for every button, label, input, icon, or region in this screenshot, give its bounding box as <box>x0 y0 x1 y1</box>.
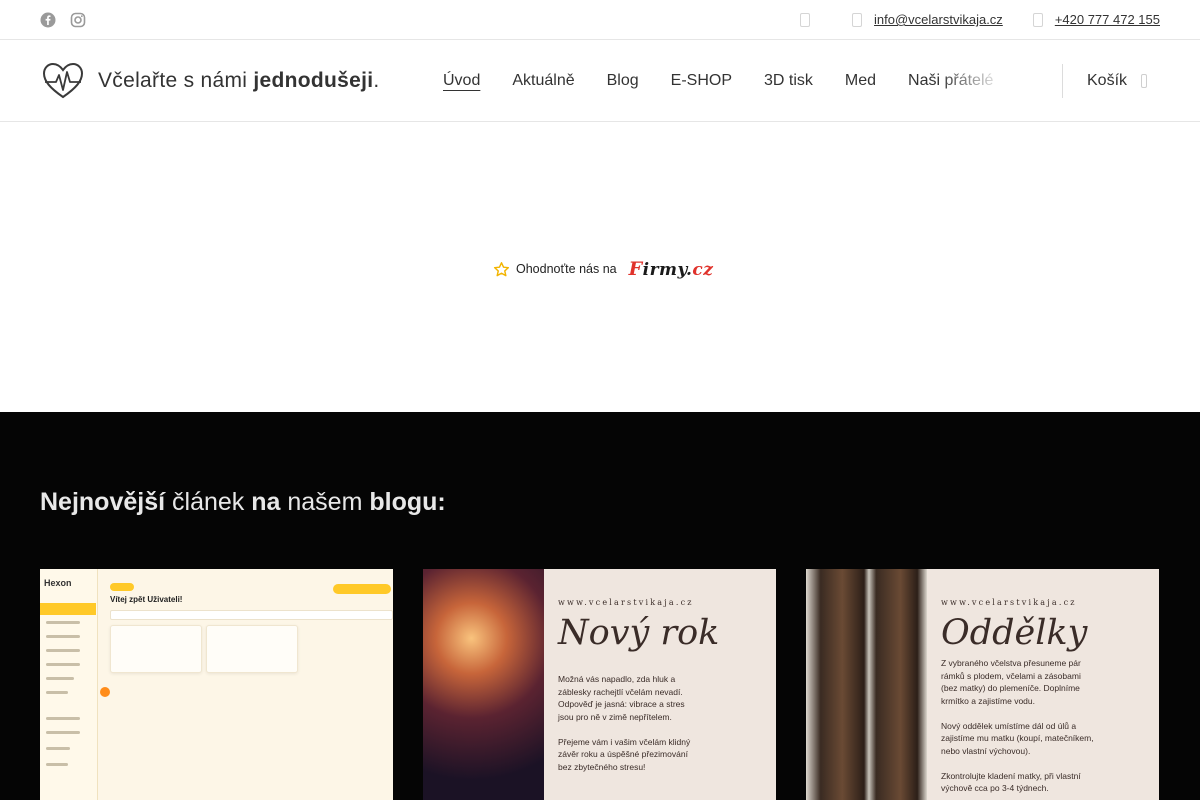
main-nav: Úvod Aktuálně Blog E-SHOP 3D tisk Med Na… <box>443 68 1025 94</box>
cart-button[interactable]: Košík <box>1087 72 1148 90</box>
phone-link[interactable]: +420 777 472 155 <box>1055 12 1160 27</box>
mail-icon <box>852 12 863 27</box>
phone-icon <box>1032 12 1043 27</box>
blog-heading: Nejnovější článek na našem blogu: <box>40 488 446 516</box>
blog-card-novy-rok[interactable]: www.vcelarstvikaja.cz Nový rok Možná vás… <box>423 569 776 800</box>
map-pin-icon <box>800 12 811 27</box>
blog-section: Nejnovější článek na našem blogu: Hexon … <box>0 412 1200 800</box>
brand-name[interactable]: Včelařte s námi jednodušeji. <box>98 69 379 93</box>
app-sidebar-active <box>40 603 96 615</box>
nav-item-uvod[interactable]: Úvod <box>443 72 480 90</box>
firmy-rating-badge[interactable]: Ohodnoťte nás na Firmy.cz <box>493 258 713 280</box>
brand-part2: jednodušeji <box>253 69 374 92</box>
app-card-2 <box>206 625 298 673</box>
card-url: www.vcelarstvikaja.cz <box>558 598 694 607</box>
fireworks-photo <box>423 569 544 800</box>
cart-icon <box>1141 74 1148 88</box>
facebook-icon[interactable] <box>40 12 56 28</box>
social-links <box>40 12 86 28</box>
card-title: Oddělky <box>941 613 1088 653</box>
app-logo: Hexon <box>44 578 72 588</box>
cart-label: Košík <box>1087 72 1128 89</box>
brand-part1: Včelařte s námi <box>98 69 254 92</box>
top-bar: info@vcelarstvikaja.cz +420 777 472 155 <box>0 0 1200 40</box>
star-icon <box>493 261 510 276</box>
card-body: Možná vás napadlo, zda hluk a záblesky r… <box>558 674 691 772</box>
app-yellow-button <box>333 584 391 594</box>
card-title: Nový rok <box>558 613 720 653</box>
brand-part3: . <box>373 69 380 92</box>
card-body: Z vybraného včelstva přesuneme pár rámků… <box>941 658 1094 793</box>
nav-item-blog[interactable]: Blog <box>607 72 639 90</box>
firmy-logo: Firmy.cz <box>628 258 714 280</box>
nav-item-med[interactable]: Med <box>845 72 876 90</box>
contact-info: info@vcelarstvikaja.cz +420 777 472 155 <box>800 12 1160 27</box>
heart-pulse-logo-icon[interactable] <box>42 62 84 100</box>
app-card-1 <box>110 625 202 673</box>
card-url: www.vcelarstvikaja.cz <box>941 598 1077 607</box>
app-search <box>110 610 393 620</box>
app-greeting: Vítej zpět Uživateli! <box>110 595 183 604</box>
app-sidebar: Hexon <box>40 569 98 800</box>
app-pill <box>110 583 134 591</box>
nav-item-eshop[interactable]: E-SHOP <box>671 72 732 90</box>
header-divider <box>1062 64 1063 98</box>
rating-text: Ohodnoťte nás na <box>516 262 617 276</box>
blog-card-hexon[interactable]: Hexon Vítej zpět Uživateli! <box>40 569 393 800</box>
site-header: Včelařte s námi jednodušeji. Úvod Aktuál… <box>0 40 1200 122</box>
instagram-icon[interactable] <box>70 12 86 28</box>
email-link[interactable]: info@vcelarstvikaja.cz <box>874 12 1003 27</box>
nav-item-nasi-pratele[interactable]: Naši přátelé <box>908 68 1000 94</box>
nav-item-3d-tisk[interactable]: 3D tisk <box>764 72 813 90</box>
app-collapse-icon <box>100 687 110 697</box>
bee-frames-photo <box>806 569 927 800</box>
nav-item-aktualne[interactable]: Aktuálně <box>512 72 574 90</box>
blog-card-oddelky[interactable]: www.vcelarstvikaja.cz Oddělky Z vybranéh… <box>806 569 1159 800</box>
